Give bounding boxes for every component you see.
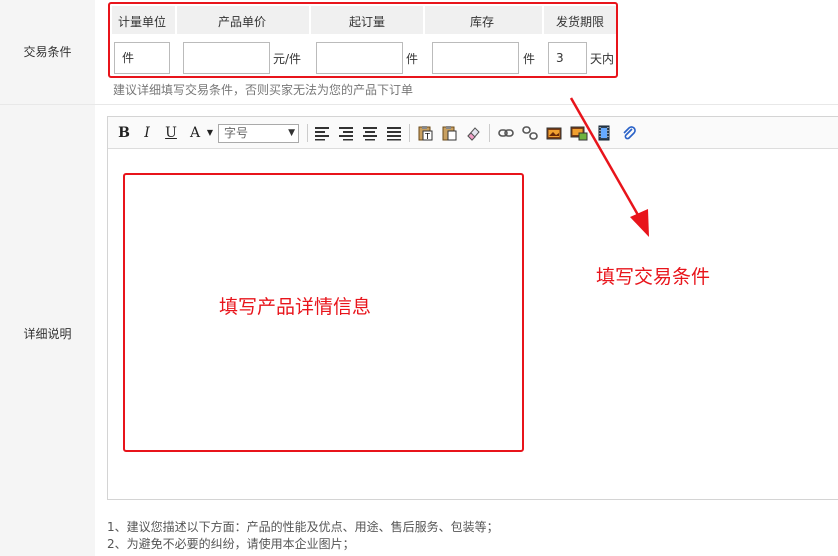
fill-trade-terms-annotation: 填写交易条件: [596, 266, 711, 288]
eraser-icon[interactable]: [465, 123, 481, 143]
annotation-arrow-icon: [569, 97, 649, 237]
align-left-icon[interactable]: [314, 123, 330, 143]
paste-text-icon[interactable]: T: [417, 123, 433, 143]
trade-terms-highlight: [108, 2, 618, 78]
tip-line-1: 1、建议您描述以下方面：产品的性能及优点、用途、售后服务、包装等；: [107, 520, 499, 534]
align-justify-icon[interactable]: [386, 123, 402, 143]
trade-terms-label: 交易条件: [23, 45, 72, 59]
details-label: 详细说明: [23, 327, 72, 341]
svg-text:T: T: [424, 132, 430, 141]
editor-toolbar: B I U A ▼ 字号 ▼ T: [108, 117, 838, 149]
font-color-button[interactable]: A: [188, 123, 202, 143]
unlink-icon[interactable]: [522, 123, 538, 143]
row-divider: [0, 104, 838, 105]
chevron-down-icon: ▼: [288, 128, 295, 138]
font-size-select[interactable]: 字号 ▼: [218, 124, 299, 143]
paste-word-icon[interactable]: [441, 123, 457, 143]
underline-button[interactable]: U: [164, 123, 178, 143]
font-size-placeholder: 字号: [224, 126, 249, 140]
form-label-column: [0, 0, 95, 556]
font-color-dropdown-icon[interactable]: ▼: [205, 123, 215, 143]
align-center-icon[interactable]: [362, 123, 378, 143]
italic-button[interactable]: I: [140, 123, 154, 143]
trade-terms-hint: 建议详细填写交易条件，否则买家无法为您的产品下订单: [113, 83, 414, 97]
link-icon[interactable]: [498, 123, 514, 143]
tip-line-2: 2、为避免不必要的纠纷，请使用本企业图片；: [107, 537, 355, 551]
bold-button[interactable]: B: [117, 123, 131, 143]
align-right-icon[interactable]: [338, 123, 354, 143]
fill-product-details-annotation: 填写产品详情信息: [219, 296, 372, 318]
